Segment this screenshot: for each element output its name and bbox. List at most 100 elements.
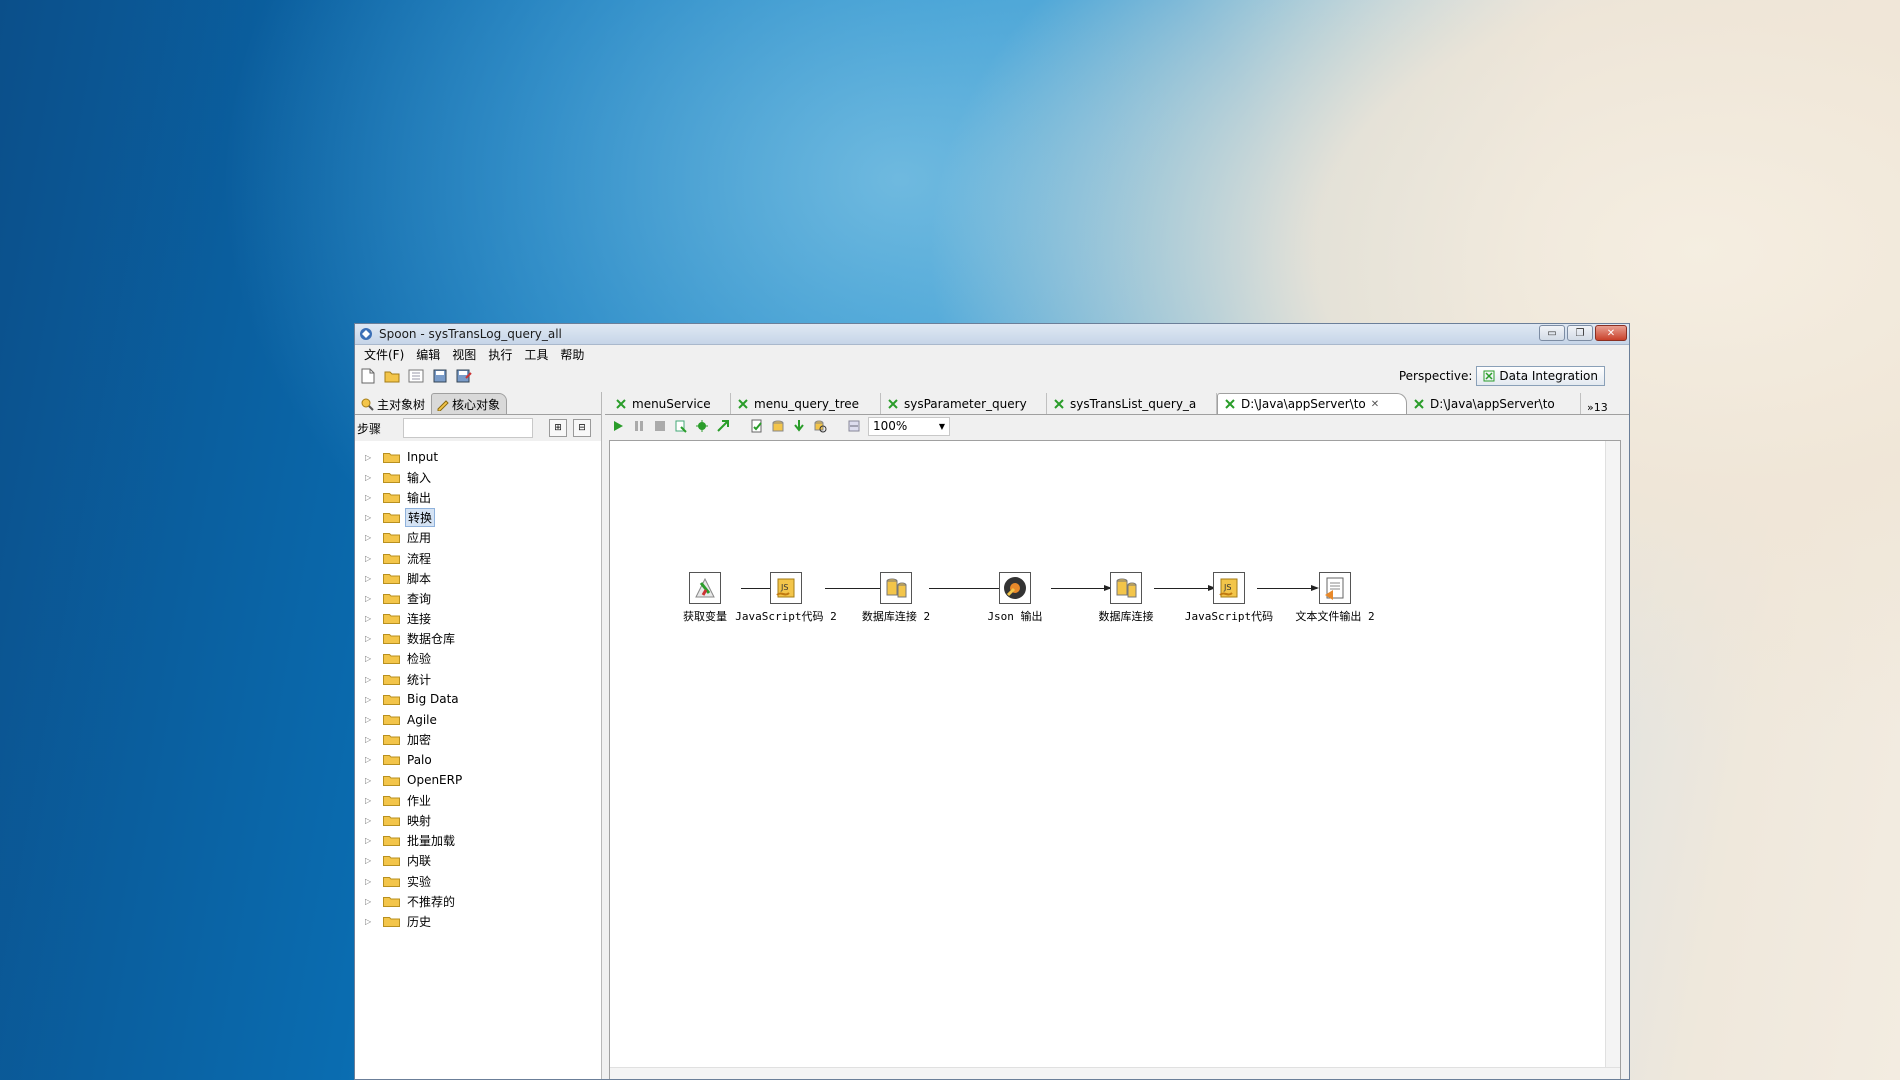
step-json-output[interactable]: Json 输出	[965, 572, 1065, 624]
expand-arrow-icon[interactable]: ▷	[365, 533, 375, 542]
tree-folder-output[interactable]: ▷ 输出	[355, 487, 601, 507]
tree-folder-experimental[interactable]: ▷ 实验	[355, 871, 601, 891]
close-button[interactable]: ✕	[1595, 325, 1627, 341]
tree-folder-bulk-loading[interactable]: ▷ 批量加载	[355, 831, 601, 851]
impact-icon[interactable]	[771, 419, 785, 433]
text-file-output-icon	[1319, 572, 1351, 604]
new-file-icon[interactable]	[359, 367, 377, 385]
tree-folder-mapping[interactable]: ▷ 映射	[355, 810, 601, 830]
expand-arrow-icon[interactable]: ▷	[365, 453, 375, 462]
expand-arrow-icon[interactable]: ▷	[365, 816, 375, 825]
expand-arrow-icon[interactable]: ▷	[365, 856, 375, 865]
expand-arrow-icon[interactable]: ▷	[365, 574, 375, 583]
tree-folder-palo[interactable]: ▷ Palo	[355, 750, 601, 770]
expand-arrow-icon[interactable]: ▷	[365, 594, 375, 603]
tree-folder-agile[interactable]: ▷ Agile	[355, 709, 601, 729]
align-icon[interactable]	[847, 419, 861, 433]
tree-folder-big-data[interactable]: ▷ Big Data	[355, 689, 601, 709]
expand-arrow-icon[interactable]: ▷	[365, 796, 375, 805]
expand-arrow-icon[interactable]: ▷	[365, 513, 375, 522]
expand-arrow-icon[interactable]: ▷	[365, 634, 375, 643]
replay-icon[interactable]	[716, 419, 730, 433]
expand-arrow-icon[interactable]: ▷	[365, 836, 375, 845]
expand-arrow-icon[interactable]: ▷	[365, 493, 375, 502]
tree-folder-deprecated[interactable]: ▷ 不推荐的	[355, 891, 601, 911]
preview-icon[interactable]	[674, 419, 688, 433]
tree-folder-inline[interactable]: ▷ 内联	[355, 851, 601, 871]
tree-folder-flow[interactable]: ▷ 流程	[355, 548, 601, 568]
expand-arrow-icon[interactable]: ▷	[365, 695, 375, 704]
pause-icon[interactable]	[632, 419, 646, 433]
tree-folder-transform[interactable]: ▷ 转换	[355, 508, 601, 528]
expand-arrow-icon[interactable]: ▷	[365, 917, 375, 926]
step-text-file-output-2[interactable]: 文本文件输出 2	[1270, 572, 1400, 624]
menu-view[interactable]: 视图	[446, 346, 482, 363]
step-database-join[interactable]: 数据库连接	[1076, 572, 1176, 624]
explore-db-icon[interactable]	[813, 419, 827, 433]
tree-folder-openerp[interactable]: ▷ OpenERP	[355, 770, 601, 790]
menu-run[interactable]: 执行	[482, 346, 518, 363]
step-database-join-2[interactable]: 数据库连接 2	[836, 572, 956, 624]
expand-arrow-icon[interactable]: ▷	[365, 776, 375, 785]
transformation-canvas[interactable]: 获取变量 JS JavaScript代码 2 数据库连接 2 Json 输出 数…	[609, 440, 1621, 1079]
tab-transformation[interactable]: sysParameter_query	[881, 393, 1047, 414]
tab-transformation[interactable]: sysTransList_query_a	[1047, 393, 1217, 414]
verify-icon[interactable]	[750, 419, 764, 433]
tree-folder-statistics[interactable]: ▷ 统计	[355, 669, 601, 689]
expand-arrow-icon[interactable]: ▷	[365, 654, 375, 663]
tree-folder-scripting[interactable]: ▷ 脚本	[355, 568, 601, 588]
data-integration-button[interactable]: Data Integration	[1476, 366, 1605, 386]
zoom-select[interactable]: 100% ▼	[868, 416, 950, 436]
tab-design[interactable]: 核心对象	[431, 393, 508, 414]
menu-tools[interactable]: 工具	[518, 346, 554, 363]
open-folder-icon[interactable]	[383, 367, 401, 385]
minimize-button[interactable]: ▭	[1539, 325, 1565, 341]
expand-arrow-icon[interactable]: ▷	[365, 897, 375, 906]
expand-arrow-icon[interactable]: ▷	[365, 735, 375, 744]
title-bar[interactable]: Spoon - sysTransLog_query_all ▭ ❐ ✕	[355, 324, 1629, 345]
tree-folder-job[interactable]: ▷ 作业	[355, 790, 601, 810]
run-icon[interactable]	[611, 419, 625, 433]
tree-folder-cryptography[interactable]: ▷ 加密	[355, 730, 601, 750]
expand-arrow-icon[interactable]: ▷	[365, 877, 375, 886]
collapse-all-button[interactable]: ⊟	[573, 419, 592, 437]
vertical-scrollbar[interactable]	[1605, 441, 1620, 1079]
expand-arrow-icon[interactable]: ▷	[365, 755, 375, 764]
tab-label: D:\Java\appServer\to	[1430, 396, 1555, 411]
save-icon[interactable]	[431, 367, 449, 385]
tab-transformation[interactable]: menuService	[609, 393, 731, 414]
expand-arrow-icon[interactable]: ▷	[365, 473, 375, 482]
save-as-icon[interactable]	[455, 367, 473, 385]
menu-file[interactable]: 文件(F)	[358, 346, 410, 363]
tree-folder-data-warehouse[interactable]: ▷ 数据仓库	[355, 629, 601, 649]
steps-search-input[interactable]	[403, 418, 534, 438]
tree-folder-lookup[interactable]: ▷ 查询	[355, 588, 601, 608]
tree-folder-joins[interactable]: ▷ 连接	[355, 609, 601, 629]
expand-arrow-icon[interactable]: ▷	[365, 675, 375, 684]
stop-icon[interactable]	[653, 419, 667, 433]
tree-folder-history[interactable]: ▷ 历史	[355, 911, 601, 931]
tree-folder-input-cn[interactable]: ▷ 输入	[355, 467, 601, 487]
tab-transformation[interactable]: D:\Java\appServer\to	[1407, 393, 1581, 414]
get-sql-icon[interactable]	[792, 419, 806, 433]
tree-folder-validation[interactable]: ▷ 检验	[355, 649, 601, 669]
step-javascript-2[interactable]: JS JavaScript代码 2	[716, 572, 856, 624]
expand-arrow-icon[interactable]: ▷	[365, 554, 375, 563]
restore-button[interactable]: ❐	[1567, 325, 1593, 341]
more-tabs-button[interactable]: »13	[1581, 401, 1614, 414]
expand-arrow-icon[interactable]: ▷	[365, 614, 375, 623]
tab-transformation[interactable]: menu_query_tree	[731, 393, 881, 414]
tab-transformation-active[interactable]: D:\Java\appServer\to ✕	[1217, 393, 1407, 414]
explore-repository-icon[interactable]	[407, 367, 425, 385]
tab-label: sysParameter_query	[904, 396, 1027, 411]
debug-icon[interactable]	[695, 419, 709, 433]
horizontal-scrollbar[interactable]	[610, 1067, 1620, 1079]
tree-folder-utility[interactable]: ▷ 应用	[355, 528, 601, 548]
menu-edit[interactable]: 编辑	[410, 346, 446, 363]
tab-view[interactable]: 主对象树	[357, 394, 431, 414]
tree-folder-input[interactable]: ▷ Input	[355, 447, 601, 467]
menu-help[interactable]: 帮助	[554, 346, 590, 363]
expand-all-button[interactable]: ⊞	[549, 419, 568, 437]
expand-arrow-icon[interactable]: ▷	[365, 715, 375, 724]
close-tab-icon[interactable]: ✕	[1371, 399, 1379, 410]
